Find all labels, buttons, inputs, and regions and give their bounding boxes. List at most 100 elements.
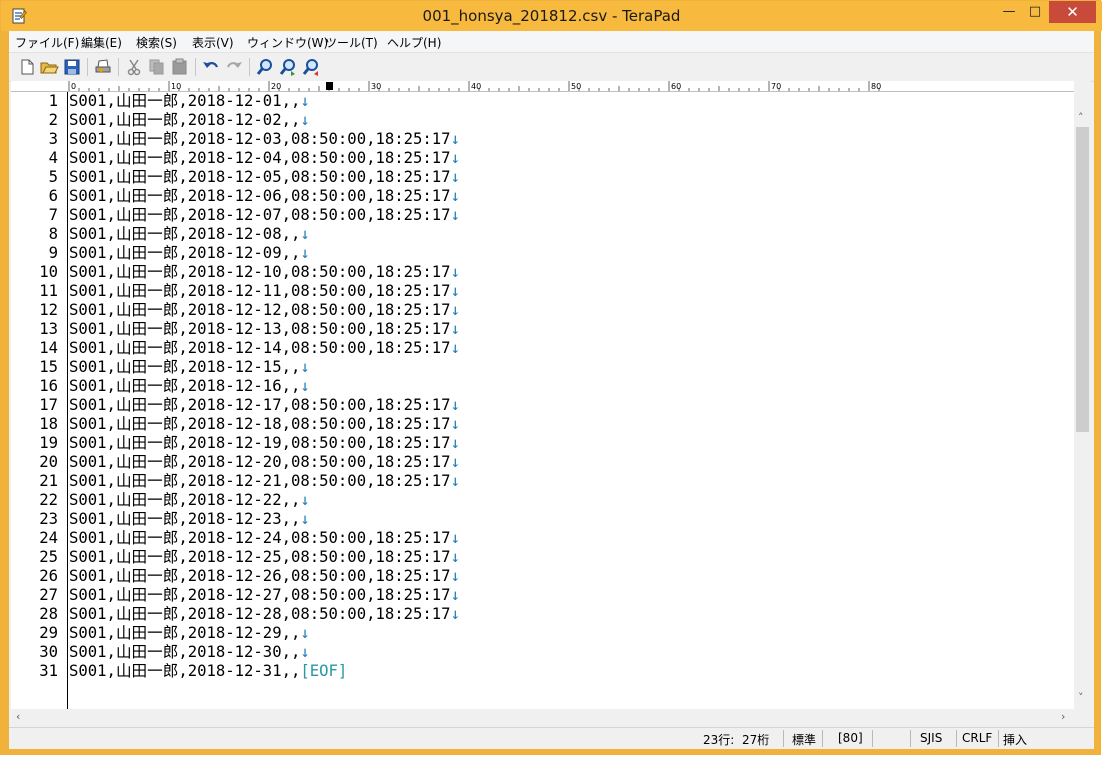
open-folder-icon[interactable]: [39, 57, 59, 77]
cursor-position: 23行: 27桁: [703, 733, 770, 747]
editor-line[interactable]: 25 S001,山田一郎,2018-12-25,08:50:00,18:25:17…: [11, 548, 1071, 567]
newline-arrow-icon: ↓: [300, 358, 310, 376]
undo-icon[interactable]: [201, 57, 221, 77]
line-number: 17: [39, 396, 58, 414]
save-icon[interactable]: [62, 57, 82, 77]
find-prev-icon[interactable]: [301, 57, 321, 77]
line-text: S001,山田一郎,2018-12-06,08:50:00,18:25:17↓: [69, 187, 460, 205]
editor-line[interactable]: 23 S001,山田一郎,2018-12-23,,↓: [11, 510, 1071, 529]
editor-line[interactable]: 4 S001,山田一郎,2018-12-04,08:50:00,18:25:17↓: [11, 149, 1071, 168]
menu-tools[interactable]: ツール(T): [325, 34, 378, 51]
newline-arrow-icon: ↓: [450, 586, 460, 604]
editor-line[interactable]: 17 S001,山田一郎,2018-12-17,08:50:00,18:25:17…: [11, 396, 1071, 415]
title-bar[interactable]: 001_honsya_201812.csv - TeraPad — □ ✕: [1, 1, 1102, 31]
status-separator: [956, 730, 957, 747]
maximize-button[interactable]: □: [1019, 1, 1051, 23]
print-icon[interactable]: [93, 57, 113, 77]
vertical-scrollbar[interactable]: ˄ ˅: [1074, 81, 1091, 708]
editor-line[interactable]: 24 S001,山田一郎,2018-12-24,08:50:00,18:25:17…: [11, 529, 1071, 548]
view-mode: 標準: [792, 733, 817, 747]
line-text: S001,山田一郎,2018-12-25,08:50:00,18:25:17↓: [69, 548, 460, 566]
line-text: S001,山田一郎,2018-12-31,,[EOF]: [69, 662, 348, 680]
newline-arrow-icon: ↓: [450, 282, 460, 300]
editor-line[interactable]: 29 S001,山田一郎,2018-12-29,,↓: [11, 624, 1071, 643]
editor-line[interactable]: 19 S001,山田一郎,2018-12-19,08:50:00,18:25:17…: [11, 434, 1071, 453]
editor-line[interactable]: 22 S001,山田一郎,2018-12-22,,↓: [11, 491, 1071, 510]
scroll-left-arrow-icon[interactable]: ‹: [16, 710, 20, 723]
line-text: S001,山田一郎,2018-12-21,08:50:00,18:25:17↓: [69, 472, 460, 490]
close-button[interactable]: ✕: [1049, 1, 1096, 23]
editor-line[interactable]: 12 S001,山田一郎,2018-12-12,08:50:00,18:25:17…: [11, 301, 1071, 320]
app-window: 001_honsya_201812.csv - TeraPad — □ ✕ ファ…: [0, 0, 1102, 755]
find-next-icon[interactable]: [278, 57, 298, 77]
ruler-label: 0: [71, 82, 76, 91]
line-text: S001,山田一郎,2018-12-05,08:50:00,18:25:17↓: [69, 168, 460, 186]
newline-arrow-icon: ↓: [450, 567, 460, 585]
line-text: S001,山田一郎,2018-12-14,08:50:00,18:25:17↓: [69, 339, 460, 357]
line-number: 18: [39, 415, 58, 433]
editor-line[interactable]: 18 S001,山田一郎,2018-12-18,08:50:00,18:25:17…: [11, 415, 1071, 434]
ruler-label: 60: [671, 82, 681, 91]
editor-line[interactable]: 20 S001,山田一郎,2018-12-20,08:50:00,18:25:17…: [11, 453, 1071, 472]
editor-line[interactable]: 26 S001,山田一郎,2018-12-26,08:50:00,18:25:17…: [11, 567, 1071, 586]
editor-line[interactable]: 14 S001,山田一郎,2018-12-14,08:50:00,18:25:17…: [11, 339, 1071, 358]
line-number: 13: [39, 320, 58, 338]
copy-icon[interactable]: [147, 57, 167, 77]
editor-line[interactable]: 6 S001,山田一郎,2018-12-06,08:50:00,18:25:17↓: [11, 187, 1071, 206]
editor-line[interactable]: 5 S001,山田一郎,2018-12-05,08:50:00,18:25:17↓: [11, 168, 1071, 187]
scroll-right-arrow-icon[interactable]: ›: [1061, 710, 1065, 723]
editor-line[interactable]: 30 S001,山田一郎,2018-12-30,,↓: [11, 643, 1071, 662]
newline-arrow-icon: ↓: [450, 396, 460, 414]
editor-line[interactable]: 16 S001,山田一郎,2018-12-16,,↓: [11, 377, 1071, 396]
menu-view[interactable]: 表示(V): [192, 34, 234, 51]
newline-arrow-icon: ↓: [450, 130, 460, 148]
editor-line[interactable]: 2 S001,山田一郎,2018-12-02,,↓: [11, 111, 1071, 130]
paste-icon[interactable]: [170, 57, 190, 77]
newline-arrow-icon: ↓: [300, 225, 310, 243]
editor-line[interactable]: 1 S001,山田一郎,2018-12-01,,↓: [11, 92, 1071, 111]
scroll-up-arrow-icon[interactable]: ˄: [1078, 111, 1084, 124]
line-number: 21: [39, 472, 58, 490]
menu-file[interactable]: ファイル(F): [15, 34, 79, 51]
text-editor[interactable]: 1 S001,山田一郎,2018-12-01,,↓ 2 S001,山田一郎,2018-…: [11, 92, 1074, 709]
ruler-label: 30: [371, 82, 381, 91]
horizontal-scrollbar[interactable]: ‹ ›: [11, 709, 1074, 726]
newline-arrow-icon: ↓: [450, 168, 460, 186]
editor-line[interactable]: 3 S001,山田一郎,2018-12-03,08:50:00,18:25:17↓: [11, 130, 1071, 149]
line-text: S001,山田一郎,2018-12-29,,↓: [69, 624, 310, 642]
toolbar-separator: [87, 58, 88, 76]
editor-line[interactable]: 21 S001,山田一郎,2018-12-21,08:50:00,18:25:17…: [11, 472, 1071, 491]
line-number: 4: [48, 149, 58, 167]
status-bar: 23行: 27桁 標準 [80] SJIS CRLF 挿入: [9, 727, 1094, 749]
menu-edit[interactable]: 編集(E): [81, 34, 122, 51]
menu-search[interactable]: 検索(S): [136, 34, 177, 51]
editor-line[interactable]: 27 S001,山田一郎,2018-12-27,08:50:00,18:25:17…: [11, 586, 1071, 605]
editor-line[interactable]: 28 S001,山田一郎,2018-12-28,08:50:00,18:25:17…: [11, 605, 1071, 624]
line-text: S001,山田一郎,2018-12-01,,↓: [69, 92, 310, 110]
toolbar-separator: [118, 58, 119, 76]
vertical-scroll-thumb[interactable]: [1076, 127, 1089, 432]
cut-icon[interactable]: [124, 57, 144, 77]
menu-window[interactable]: ウィンドウ(W): [247, 34, 328, 51]
editor-line[interactable]: 15 S001,山田一郎,2018-12-15,,↓: [11, 358, 1071, 377]
line-text: S001,山田一郎,2018-12-07,08:50:00,18:25:17↓: [69, 206, 460, 224]
line-text: S001,山田一郎,2018-12-22,,↓: [69, 491, 310, 509]
scroll-down-arrow-icon[interactable]: ˅: [1078, 691, 1084, 704]
new-file-icon[interactable]: [17, 57, 37, 77]
editor-line[interactable]: 10 S001,山田一郎,2018-12-10,08:50:00,18:25:17…: [11, 263, 1071, 282]
menu-help[interactable]: ヘルプ(H): [387, 34, 441, 51]
find-icon[interactable]: [255, 57, 275, 77]
editor-line[interactable]: 13 S001,山田一郎,2018-12-13,08:50:00,18:25:17…: [11, 320, 1071, 339]
ruler-label: 80: [871, 82, 881, 91]
line-number: 9: [48, 244, 58, 262]
editor-line[interactable]: 8 S001,山田一郎,2018-12-08,,↓: [11, 225, 1071, 244]
editor-line[interactable]: 7 S001,山田一郎,2018-12-07,08:50:00,18:25:17↓: [11, 206, 1071, 225]
redo-icon[interactable]: [224, 57, 244, 77]
newline-arrow-icon: ↓: [450, 187, 460, 205]
line-number: 3: [48, 130, 58, 148]
editor-line[interactable]: 31 S001,山田一郎,2018-12-31,,[EOF]: [11, 662, 1071, 681]
newline-arrow-icon: ↓: [450, 415, 460, 433]
editor-line[interactable]: 11 S001,山田一郎,2018-12-11,08:50:00,18:25:17…: [11, 282, 1071, 301]
editor-line[interactable]: 9 S001,山田一郎,2018-12-09,,↓: [11, 244, 1071, 263]
line-number: 11: [39, 282, 58, 300]
